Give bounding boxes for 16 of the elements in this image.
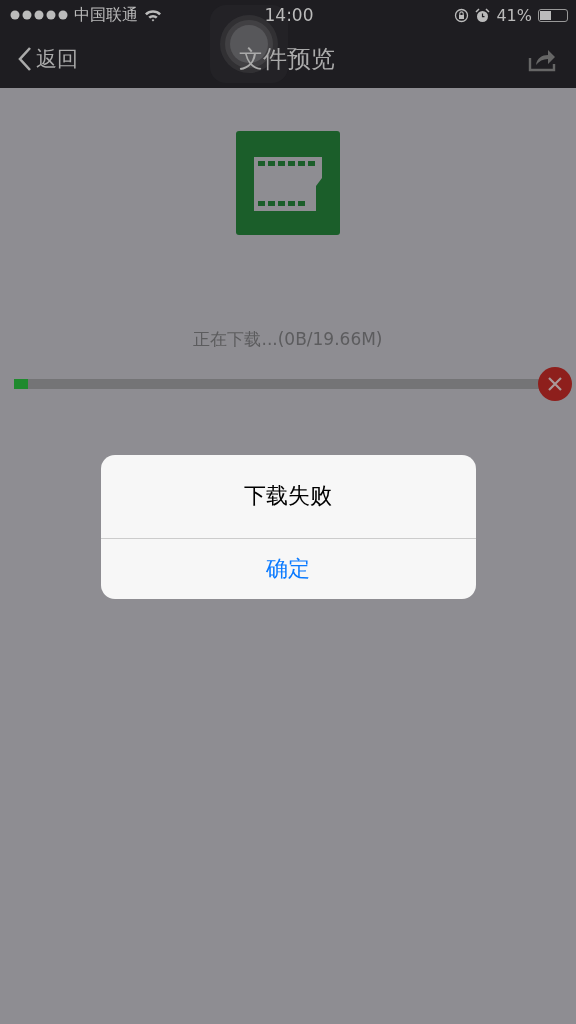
carrier-name: 中国联通 (74, 4, 138, 26)
clock-time: 14:00 (264, 5, 314, 25)
alert-title: 下载失败 (244, 482, 332, 510)
signal-icon (10, 10, 68, 20)
confirm-button[interactable]: 确定 (100, 539, 476, 599)
screen-title: 文件预览 (239, 44, 335, 75)
alarm-icon (475, 7, 491, 23)
battery-percent: 41% (496, 5, 532, 25)
wifi-icon (144, 8, 162, 22)
battery-icon (538, 8, 568, 22)
chevron-left-icon (18, 46, 32, 72)
back-button[interactable]: 返回 (18, 45, 118, 73)
rotation-lock-icon (454, 7, 470, 23)
cancel-download-button[interactable] (538, 367, 572, 401)
close-icon (547, 376, 563, 392)
video-file-icon (236, 131, 340, 235)
